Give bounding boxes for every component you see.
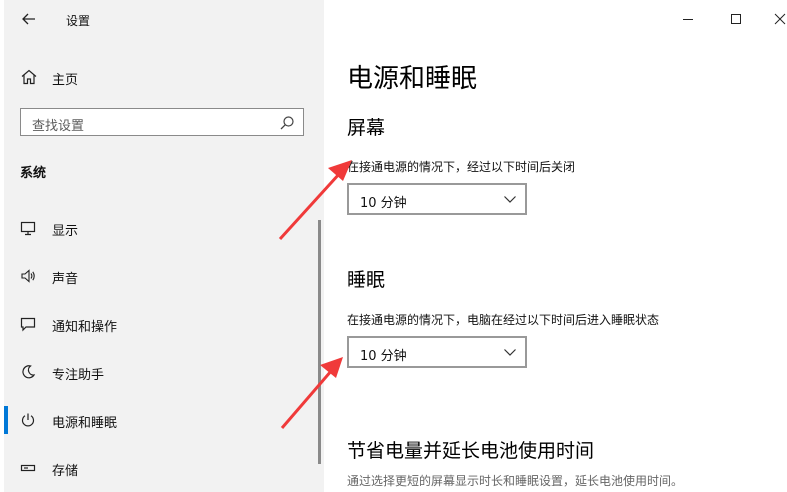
chevron-down-icon xyxy=(504,196,516,203)
power-icon xyxy=(21,413,35,427)
dropdown-value: 10 分钟 xyxy=(360,196,407,211)
message-icon xyxy=(20,317,36,332)
page-title: 电源和睡眠 xyxy=(347,64,478,94)
sidebar-item-home[interactable]: 主页 xyxy=(0,62,324,92)
close-icon xyxy=(774,13,786,25)
battery-heading: 节省电量并延长电池使用时间 xyxy=(347,440,595,462)
sidebar-item-label: 显示 xyxy=(52,224,79,239)
speaker-icon xyxy=(21,269,35,283)
sidebar-item-label: 主页 xyxy=(52,73,79,88)
close-button[interactable] xyxy=(764,6,787,32)
storage-icon xyxy=(20,464,36,472)
section-label: 系统 xyxy=(20,166,47,181)
arrow-left-icon xyxy=(22,13,35,25)
sidebar-item-sound[interactable]: 声音 xyxy=(0,258,324,294)
back-button[interactable] xyxy=(14,6,44,32)
screen-description: 在接通电源的情况下，经过以下时间后关闭 xyxy=(347,160,576,174)
minimize-button[interactable] xyxy=(672,6,704,32)
sidebar-scrollbar[interactable] xyxy=(318,220,321,464)
moon-icon xyxy=(22,365,36,379)
sidebar-item-power-sleep[interactable]: 电源和睡眠 xyxy=(0,402,324,438)
dropdown-value: 10 分钟 xyxy=(360,349,407,364)
sleep-timeout-dropdown[interactable]: 10 分钟 xyxy=(347,336,527,368)
sleep-description: 在接通电源的情况下，电脑在经过以下时间后进入睡眠状态 xyxy=(347,313,660,327)
screen-timeout-dropdown[interactable]: 10 分钟 xyxy=(347,183,527,215)
sidebar-item-storage[interactable]: 存储 xyxy=(0,450,324,486)
chevron-down-icon xyxy=(504,349,516,356)
search-placeholder: 查找设置 xyxy=(32,119,85,134)
sidebar-item-label: 声音 xyxy=(52,272,79,287)
sidebar-item-label: 存储 xyxy=(52,464,79,479)
sidebar: 设置 主页 查找设置 系统 显示 声音 通知和操作 专注助手 电源和睡眠 存储 xyxy=(0,0,324,492)
home-icon xyxy=(21,69,37,85)
search-icon xyxy=(280,116,294,130)
app-title: 设置 xyxy=(66,14,91,28)
sidebar-item-label: 专注助手 xyxy=(52,368,105,383)
sleep-heading: 睡眠 xyxy=(347,269,386,291)
sidebar-item-display[interactable]: 显示 xyxy=(0,210,324,246)
sidebar-item-label: 通知和操作 xyxy=(52,320,118,335)
main-content: 电源和睡眠 屏幕 在接通电源的情况下，经过以下时间后关闭 10 分钟 睡眠 在接… xyxy=(324,0,787,492)
maximize-icon xyxy=(731,14,741,24)
minimize-icon xyxy=(683,19,693,20)
sidebar-item-focus-assist[interactable]: 专注助手 xyxy=(0,354,324,390)
search-input[interactable]: 查找设置 xyxy=(20,108,304,136)
screen-heading: 屏幕 xyxy=(347,117,386,139)
sidebar-item-label: 电源和睡眠 xyxy=(52,416,118,431)
battery-description: 通过选择更短的屏幕显示时长和睡眠设置，延长电池使用时间。 xyxy=(347,474,684,488)
sidebar-item-notifications[interactable]: 通知和操作 xyxy=(0,306,324,342)
maximize-button[interactable] xyxy=(720,6,752,32)
monitor-icon xyxy=(20,221,36,236)
